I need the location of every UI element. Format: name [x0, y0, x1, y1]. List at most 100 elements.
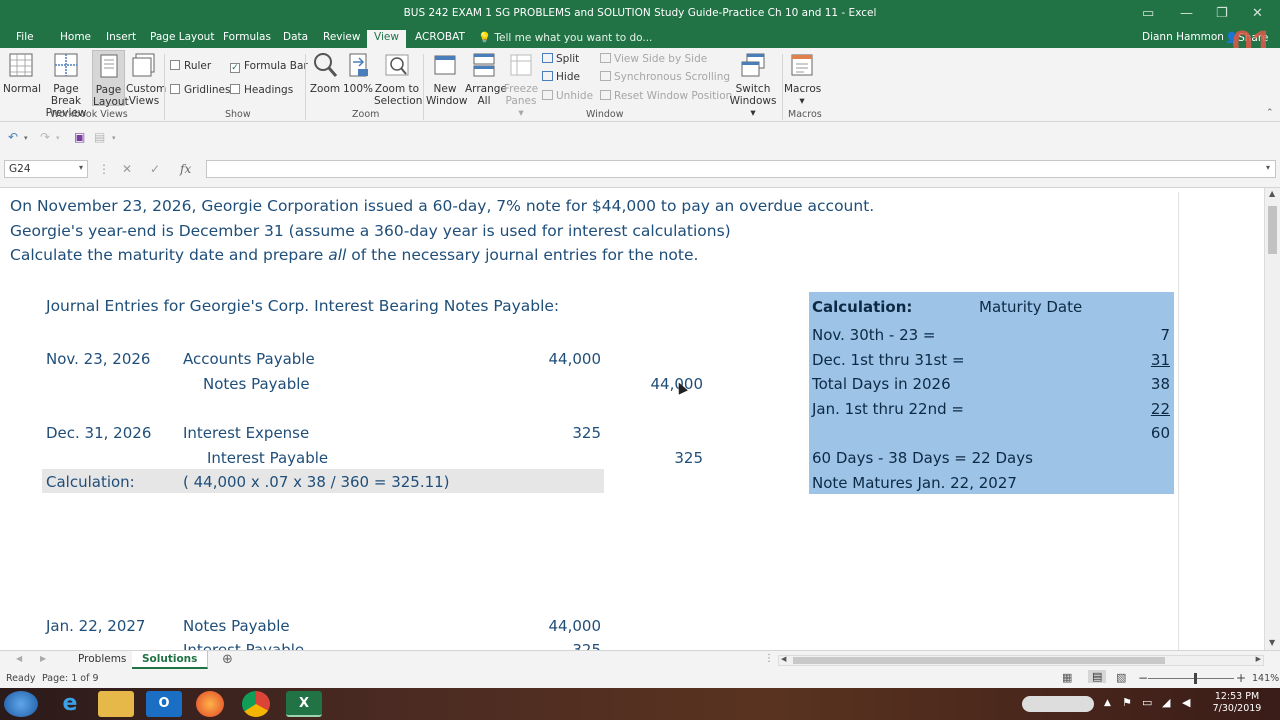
- ribbon-display-icon[interactable]: ▭: [1142, 6, 1154, 21]
- firefox-icon[interactable]: [196, 691, 224, 717]
- zoom-slider-thumb[interactable]: [1194, 673, 1197, 684]
- enter-icon[interactable]: ✓: [150, 162, 160, 176]
- new-window-button[interactable]: New Window: [426, 52, 467, 107]
- sheet-tab-solutions[interactable]: Solutions: [132, 651, 209, 669]
- reset-window-position-button[interactable]: Reset Window Position: [600, 90, 732, 102]
- maturity-row-label: Nov. 30th - 23 =: [812, 326, 936, 344]
- scroll-right-icon[interactable]: ▶: [1256, 655, 1261, 663]
- tab-review[interactable]: Review: [323, 30, 360, 48]
- zoom-in-button[interactable]: +: [1236, 671, 1246, 685]
- touch-mode-icon[interactable]: ▤: [94, 130, 105, 144]
- gridlines-checkbox[interactable]: Gridlines: [170, 84, 230, 96]
- tab-acrobat[interactable]: ACROBAT: [415, 30, 465, 48]
- save-icon[interactable]: ▣: [74, 130, 85, 144]
- outlook-icon[interactable]: O: [146, 691, 182, 717]
- tab-view[interactable]: View: [367, 30, 406, 48]
- horizontal-scrollbar[interactable]: ◀ ▶: [778, 655, 1264, 666]
- vertical-scrollbar[interactable]: ▲ ▼: [1264, 188, 1280, 650]
- page-layout-view-button[interactable]: Page Layout: [92, 50, 129, 108]
- monitor-icon[interactable]: ▭: [1142, 696, 1152, 709]
- freeze-panes-button[interactable]: Freeze Panes ▾: [503, 52, 539, 119]
- insert-function-icon[interactable]: fx: [180, 162, 191, 176]
- unhide-button[interactable]: Unhide: [542, 90, 593, 102]
- chrome-icon[interactable]: [242, 691, 270, 717]
- media-controls-icon[interactable]: [1022, 696, 1094, 712]
- tab-insert[interactable]: Insert: [106, 30, 136, 48]
- undo-dropdown-icon[interactable]: ▾: [24, 134, 28, 142]
- view-side-by-side-button[interactable]: View Side by Side: [600, 53, 707, 65]
- zoom-level[interactable]: 141%: [1252, 673, 1279, 684]
- volume-icon[interactable]: ◀: [1182, 696, 1190, 709]
- tell-me-search[interactable]: 💡 Tell me what you want to do...: [478, 31, 652, 44]
- name-box[interactable]: G24 ▾: [4, 160, 88, 178]
- cancel-icon[interactable]: ✕: [122, 162, 132, 176]
- maximize-button[interactable]: ❐: [1216, 6, 1228, 21]
- next-sheet-icon[interactable]: ▶: [40, 654, 46, 663]
- sheet-tab-bar: ◀ ▶ Problems Solutions ⊕ ⋮ ◀ ▶: [0, 650, 1280, 669]
- headings-checkbox[interactable]: Headings: [230, 84, 293, 96]
- tab-data[interactable]: Data: [283, 30, 308, 48]
- ribbon-tab-row: File Home Insert Page Layout Formulas Da…: [0, 28, 1280, 48]
- tab-file[interactable]: File: [16, 30, 34, 48]
- add-sheet-button[interactable]: ⊕: [222, 652, 233, 667]
- zoom-out-button[interactable]: −: [1138, 671, 1148, 685]
- redo-icon[interactable]: ↷: [40, 130, 50, 144]
- zoom-selection-icon: [385, 54, 409, 76]
- sheet-tab-problems[interactable]: Problems: [68, 651, 138, 669]
- custom-views-button[interactable]: Custom Views: [126, 52, 166, 107]
- prev-sheet-icon[interactable]: ◀: [16, 654, 22, 663]
- page-margin: [1178, 192, 1264, 650]
- system-clock[interactable]: 12:53 PM 7/30/2019: [1202, 691, 1272, 715]
- split-button[interactable]: Split: [542, 53, 579, 65]
- zoom-100-button[interactable]: 100%: [342, 52, 374, 95]
- page-break-view-icon[interactable]: ▧: [1116, 671, 1126, 684]
- file-explorer-icon[interactable]: [98, 691, 134, 717]
- macros-button[interactable]: Macros ▾: [784, 52, 821, 107]
- tab-home[interactable]: Home: [60, 30, 91, 48]
- zoom-100-icon: [349, 53, 368, 77]
- wifi-icon[interactable]: ◢: [1162, 696, 1170, 709]
- name-box-dropdown-icon[interactable]: ▾: [79, 163, 83, 172]
- vertical-scroll-thumb[interactable]: [1268, 206, 1277, 254]
- synchronous-scrolling-button[interactable]: Synchronous Scrolling: [600, 71, 730, 83]
- scroll-up-icon[interactable]: ▲: [1269, 189, 1275, 198]
- normal-view-button[interactable]: Normal: [3, 52, 41, 95]
- expand-formula-icon[interactable]: ▾: [1266, 163, 1270, 172]
- tab-split-handle-icon[interactable]: ⋮: [764, 653, 774, 664]
- scroll-down-icon[interactable]: ▼: [1269, 638, 1275, 647]
- switch-windows-button[interactable]: Switch Windows ▾: [726, 52, 780, 119]
- worksheet[interactable]: On November 23, 2026, Georgie Corporatio…: [0, 188, 1264, 650]
- formula-input[interactable]: [206, 160, 1276, 178]
- tray-expand-icon[interactable]: ▲: [1104, 698, 1111, 708]
- tab-page-layout[interactable]: Page Layout: [150, 30, 214, 48]
- switch-label-1: Switch: [735, 83, 771, 95]
- horizontal-scroll-thumb[interactable]: [793, 657, 1165, 664]
- zoom-slider[interactable]: [1148, 678, 1234, 679]
- unhide-label: Unhide: [556, 90, 594, 102]
- tab-formulas[interactable]: Formulas: [223, 30, 271, 48]
- page-layout-view-icon[interactable]: ▤: [1088, 670, 1107, 683]
- ruler-checkbox[interactable]: Ruler: [170, 60, 211, 72]
- undo-icon[interactable]: ↶: [8, 130, 18, 144]
- arrange-all-button[interactable]: Arrange All: [465, 52, 507, 107]
- flag-icon[interactable]: ⚑: [1122, 696, 1132, 709]
- start-button-icon[interactable]: [4, 691, 38, 717]
- close-button[interactable]: ✕: [1252, 6, 1263, 21]
- collapse-ribbon-icon[interactable]: ⌃: [1266, 108, 1274, 118]
- internet-explorer-icon[interactable]: e: [52, 691, 88, 717]
- separator: [164, 54, 165, 120]
- zoom-button[interactable]: Zoom: [309, 52, 341, 95]
- user-name[interactable]: Diann Hammon: [1142, 31, 1224, 43]
- scroll-left-icon[interactable]: ◀: [781, 655, 786, 663]
- formula-bar-checkbox[interactable]: ✓ Formula Bar: [230, 60, 308, 73]
- normal-view-icon[interactable]: ▦: [1062, 671, 1072, 684]
- normal-label: Normal: [3, 83, 41, 95]
- minimize-button[interactable]: —: [1180, 6, 1193, 21]
- intro-line-2: Georgie's year-end is December 31 (assum…: [10, 222, 731, 240]
- customize-qat-icon[interactable]: ▾: [112, 134, 116, 142]
- excel-taskbar-icon[interactable]: X: [286, 691, 322, 717]
- zoom-to-selection-button[interactable]: Zoom to Selection: [374, 52, 422, 107]
- hide-button[interactable]: Hide: [542, 71, 580, 83]
- redo-dropdown-icon[interactable]: ▾: [56, 134, 60, 142]
- zoom-label: Zoom: [309, 83, 341, 95]
